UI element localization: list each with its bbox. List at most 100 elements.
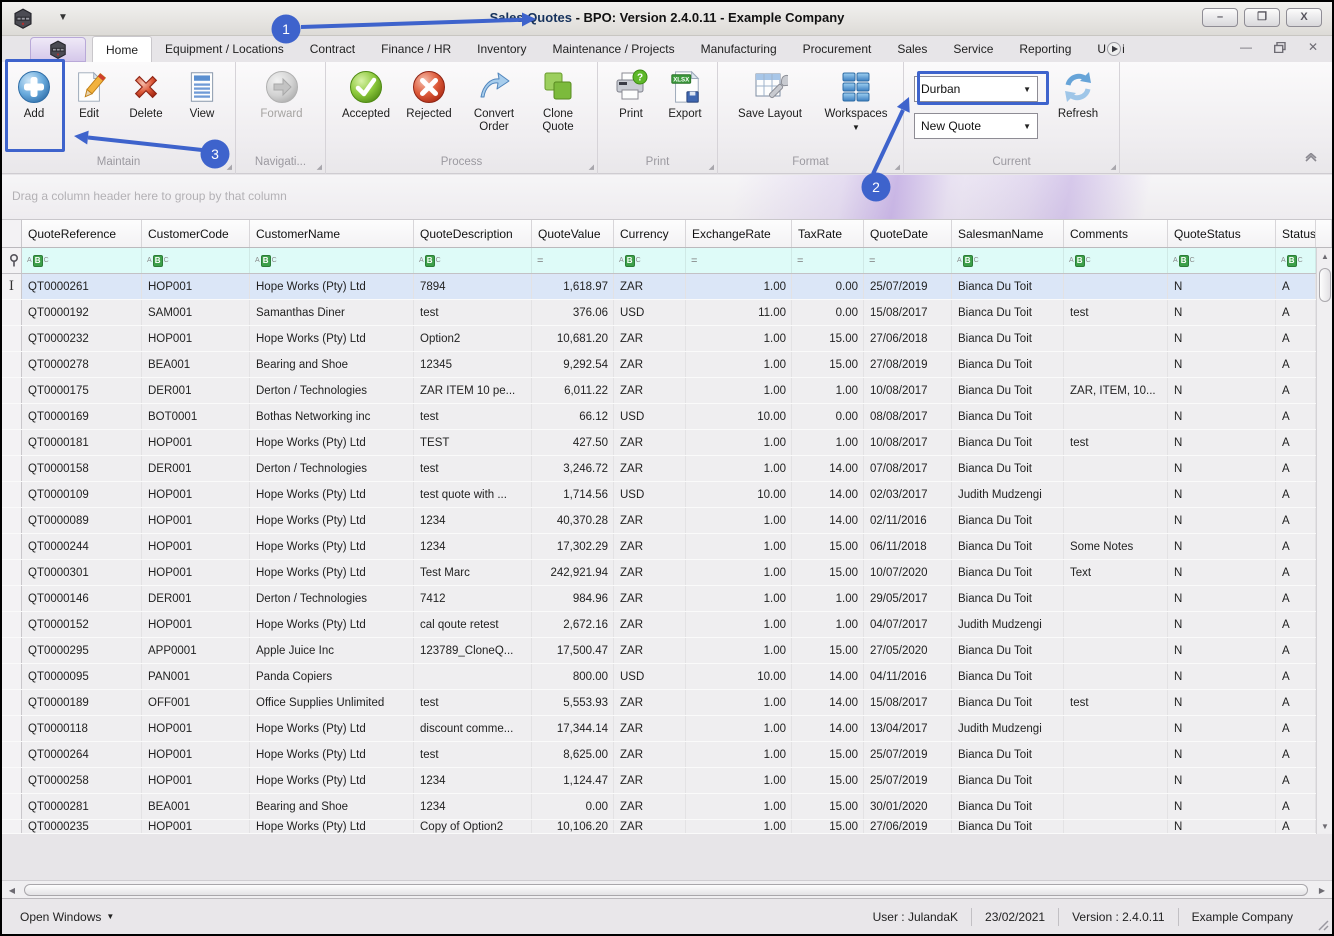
workspaces-dropdown-icon[interactable]: ▼ [852, 123, 860, 132]
cell-salesmanname[interactable]: Bianca Du Toit [952, 378, 1064, 403]
minimize-button[interactable]: – [1202, 8, 1238, 27]
cell-customercode[interactable]: HOP001 [142, 716, 250, 741]
cell-customername[interactable]: Office Supplies Unlimited [250, 690, 414, 715]
cell-comments[interactable] [1064, 664, 1168, 689]
table-row[interactable]: QT0000109 HOP001 Hope Works (Pty) Ltd test … [2, 482, 1332, 508]
tab-reporting[interactable]: Reporting [1006, 36, 1084, 62]
maximize-button[interactable]: ❒ [1244, 8, 1280, 27]
table-row[interactable]: QT0000089 HOP001 Hope Works (Pty) Ltd 1234 4… [2, 508, 1332, 534]
save-layout-button[interactable]: Save Layout [728, 66, 812, 121]
cell-status[interactable]: A [1276, 742, 1316, 767]
cell-quotedate[interactable]: 25/07/2019 [864, 742, 952, 767]
table-row[interactable]: QT0000146 DER001 Derton / Technologies 7412… [2, 586, 1332, 612]
cell-quotedate[interactable]: 08/08/2017 [864, 404, 952, 429]
cell-quotedate[interactable]: 02/11/2016 [864, 508, 952, 533]
cell-quotedate[interactable]: 27/08/2019 [864, 352, 952, 377]
cell-status[interactable]: A [1276, 638, 1316, 663]
cell-quotestatus[interactable]: N [1168, 690, 1276, 715]
cell-quotevalue[interactable]: 10,681.20 [532, 326, 614, 351]
cell-quotedescription[interactable]: test [414, 690, 532, 715]
cell-quotedescription[interactable]: 123789_CloneQ... [414, 638, 532, 663]
cell-status[interactable]: A [1276, 430, 1316, 455]
horizontal-scrollbar[interactable]: ◀ ▶ [2, 880, 1332, 898]
table-row[interactable]: QT0000244 HOP001 Hope Works (Pty) Ltd 1234 1… [2, 534, 1332, 560]
cell-quotestatus[interactable]: N [1168, 352, 1276, 377]
cell-salesmanname[interactable]: Bianca Du Toit [952, 456, 1064, 481]
cell-taxrate[interactable]: 14.00 [792, 690, 864, 715]
cell-exchangerate[interactable]: 1.00 [686, 352, 792, 377]
cell-currency[interactable]: ZAR [614, 768, 686, 793]
table-row[interactable]: QT0000301 HOP001 Hope Works (Pty) Ltd Test … [2, 560, 1332, 586]
cell-exchangerate[interactable]: 1.00 [686, 456, 792, 481]
cell-taxrate[interactable]: 15.00 [792, 638, 864, 663]
cell-salesmanname[interactable]: Judith Mudzengi [952, 612, 1064, 637]
cell-quotevalue[interactable]: 1,618.97 [532, 274, 614, 299]
cell-currency[interactable]: USD [614, 482, 686, 507]
cell-status[interactable]: A [1276, 404, 1316, 429]
cell-comments[interactable] [1064, 820, 1168, 833]
cell-quotestatus[interactable]: N [1168, 794, 1276, 819]
mdi-restore-icon[interactable] [1273, 41, 1286, 53]
column-header-status[interactable]: Status [1276, 220, 1316, 247]
column-header-customercode[interactable]: CustomerCode [142, 220, 250, 247]
quote-type-combobox[interactable]: New Quote ▼ [914, 113, 1038, 139]
filter-cell-quotedate[interactable]: = [864, 248, 952, 273]
cell-customername[interactable]: Apple Juice Inc [250, 638, 414, 663]
cell-quotedate[interactable]: 04/11/2016 [864, 664, 952, 689]
filter-cell-quotestatus[interactable]: ABC [1168, 248, 1276, 273]
table-row[interactable]: QT0000152 HOP001 Hope Works (Pty) Ltd cal q… [2, 612, 1332, 638]
cell-exchangerate[interactable]: 1.00 [686, 768, 792, 793]
cell-customercode[interactable]: BEA001 [142, 794, 250, 819]
cell-salesmanname[interactable]: Bianca Du Toit [952, 274, 1064, 299]
cell-status[interactable]: A [1276, 274, 1316, 299]
cell-status[interactable]: A [1276, 534, 1316, 559]
cell-customercode[interactable]: BOT0001 [142, 404, 250, 429]
cell-quotevalue[interactable]: 0.00 [532, 794, 614, 819]
tab-contract[interactable]: Contract [297, 36, 368, 62]
mdi-close-icon[interactable]: ✕ [1308, 41, 1318, 53]
dialog-launcher-icon[interactable]: ◢ [709, 164, 714, 171]
cell-customercode[interactable]: HOP001 [142, 482, 250, 507]
table-row[interactable]: I QT0000261 HOP001 Hope Works (Pty) Ltd 7894… [2, 274, 1332, 300]
tab-home[interactable]: Home [92, 36, 153, 62]
cell-salesmanname[interactable]: Bianca Du Toit [952, 820, 1064, 833]
cell-taxrate[interactable]: 0.00 [792, 300, 864, 325]
cell-comments[interactable] [1064, 638, 1168, 663]
cell-quotevalue[interactable]: 17,344.14 [532, 716, 614, 741]
cell-quotedate[interactable]: 27/06/2019 [864, 820, 952, 833]
cell-customername[interactable]: Hope Works (Pty) Ltd [250, 612, 414, 637]
cell-exchangerate[interactable]: 1.00 [686, 560, 792, 585]
cell-comments[interactable] [1064, 326, 1168, 351]
cell-currency[interactable]: ZAR [614, 586, 686, 611]
cell-salesmanname[interactable]: Bianca Du Toit [952, 326, 1064, 351]
cell-customername[interactable]: Hope Works (Pty) Ltd [250, 742, 414, 767]
cell-quotereference[interactable]: QT0000258 [22, 768, 142, 793]
cell-quotedescription[interactable]: test [414, 404, 532, 429]
cell-quotereference[interactable]: QT0000089 [22, 508, 142, 533]
cell-exchangerate[interactable]: 1.00 [686, 820, 792, 833]
cell-quotedescription[interactable]: 7412 [414, 586, 532, 611]
cell-currency[interactable]: ZAR [614, 794, 686, 819]
table-row[interactable]: QT0000158 DER001 Derton / Technologies test… [2, 456, 1332, 482]
cell-customername[interactable]: Panda Copiers [250, 664, 414, 689]
print-button[interactable]: ? Print [606, 66, 656, 121]
cell-taxrate[interactable]: 14.00 [792, 482, 864, 507]
cell-quotedescription[interactable]: test [414, 456, 532, 481]
filter-cell-quotedescription[interactable]: ABC [414, 248, 532, 273]
cell-exchangerate[interactable]: 1.00 [686, 378, 792, 403]
cell-customername[interactable]: Bothas Networking inc [250, 404, 414, 429]
refresh-button[interactable]: Refresh [1046, 66, 1110, 121]
close-button[interactable]: X [1286, 8, 1322, 27]
cell-comments[interactable] [1064, 274, 1168, 299]
cell-customercode[interactable]: HOP001 [142, 820, 250, 833]
cell-currency[interactable]: ZAR [614, 378, 686, 403]
cell-exchangerate[interactable]: 1.00 [686, 638, 792, 663]
cell-quotedescription[interactable]: discount comme... [414, 716, 532, 741]
cell-quotedescription[interactable]: 1234 [414, 794, 532, 819]
cell-customercode[interactable]: DER001 [142, 586, 250, 611]
cell-quotedescription[interactable]: 1234 [414, 768, 532, 793]
column-header-currency[interactable]: Currency [614, 220, 686, 247]
dialog-launcher-icon[interactable]: ◢ [227, 164, 232, 171]
cell-quotedate[interactable]: 30/01/2020 [864, 794, 952, 819]
cell-quotedescription[interactable]: ZAR ITEM 10 pe... [414, 378, 532, 403]
